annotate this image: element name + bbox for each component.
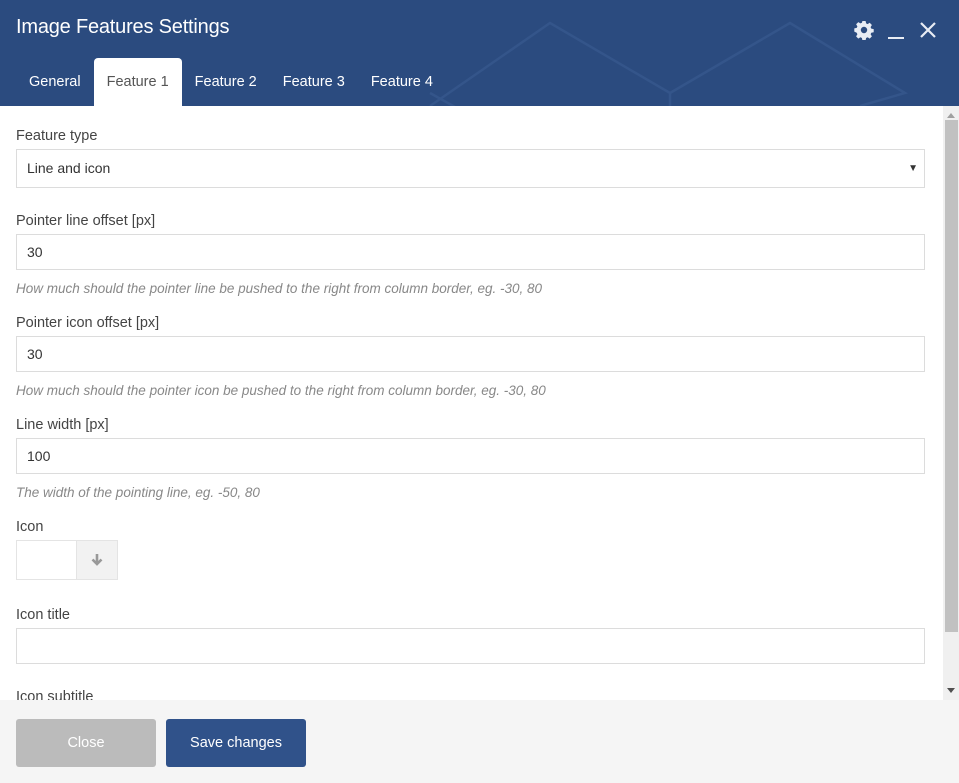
feature-type-field: Feature type Line and icon ▼ — [16, 128, 925, 188]
dialog-footer: Close Save changes — [0, 700, 959, 783]
icon-subtitle-field: Icon subtitle — [16, 689, 925, 700]
icon-subtitle-label: Icon subtitle — [16, 689, 94, 700]
scroll-down-icon[interactable] — [947, 688, 955, 694]
close-button[interactable]: Close — [16, 719, 156, 767]
icon-title-label: Icon title — [16, 607, 70, 623]
tab-bar: General Feature 1 Feature 2 Feature 3 Fe… — [16, 58, 446, 106]
icon-picker-button[interactable] — [77, 540, 118, 580]
icon-label: Icon — [16, 519, 44, 535]
feature-type-select[interactable]: Line and icon ▼ — [16, 149, 925, 188]
pointer-line-offset-hint: How much should the pointer line be push… — [16, 281, 543, 296]
line-width-hint: The width of the pointing line, eg. -50,… — [16, 485, 260, 500]
tab-feature-2[interactable]: Feature 2 — [182, 58, 270, 106]
minimize-icon[interactable] — [885, 18, 907, 42]
gear-icon[interactable] — [853, 18, 875, 42]
line-width-input[interactable]: 100 — [16, 438, 925, 474]
content-scrollbar[interactable] — [943, 106, 959, 700]
icon-title-field: Icon title — [16, 607, 925, 664]
pointer-icon-offset-hint: How much should the pointer icon be push… — [16, 383, 546, 398]
tab-general[interactable]: General — [16, 58, 94, 106]
pointer-line-offset-input[interactable]: 30 — [16, 234, 925, 270]
pointer-line-offset-label: Pointer line offset [px] — [16, 213, 156, 229]
scrollbar-thumb[interactable] — [945, 120, 958, 632]
tab-feature-1[interactable]: Feature 1 — [93, 58, 182, 106]
icon-title-input[interactable] — [16, 628, 925, 664]
pointer-line-offset-field: Pointer line offset [px] 30 How much sho… — [16, 213, 925, 296]
dialog-title: Image Features Settings — [16, 16, 230, 38]
line-width-label: Line width [px] — [16, 417, 109, 433]
save-changes-button[interactable]: Save changes — [166, 719, 306, 767]
tab-feature-3[interactable]: Feature 3 — [270, 58, 358, 106]
line-width-field: Line width [px] 100 The width of the poi… — [16, 417, 925, 500]
icon-field: Icon — [16, 519, 925, 582]
feature-type-value: Line and icon — [27, 160, 111, 176]
arrow-down-icon — [91, 554, 103, 566]
tab-feature-4[interactable]: Feature 4 — [358, 58, 446, 106]
icon-picker — [16, 540, 925, 582]
pointer-icon-offset-input[interactable]: 30 — [16, 336, 925, 372]
feature-type-label: Feature type — [16, 128, 98, 144]
dialog-header: Image Features Settings General Feature … — [0, 0, 959, 106]
pointer-icon-offset-field: Pointer icon offset [px] 30 How much sho… — [16, 315, 925, 398]
scroll-up-icon[interactable] — [947, 112, 955, 118]
settings-form: Feature type Line and icon ▼ Pointer lin… — [0, 106, 943, 700]
close-icon[interactable] — [917, 18, 939, 42]
dropdown-caret-icon: ▼ — [908, 163, 918, 174]
icon-preview[interactable] — [16, 540, 77, 580]
pointer-icon-offset-label: Pointer icon offset [px] — [16, 315, 160, 331]
